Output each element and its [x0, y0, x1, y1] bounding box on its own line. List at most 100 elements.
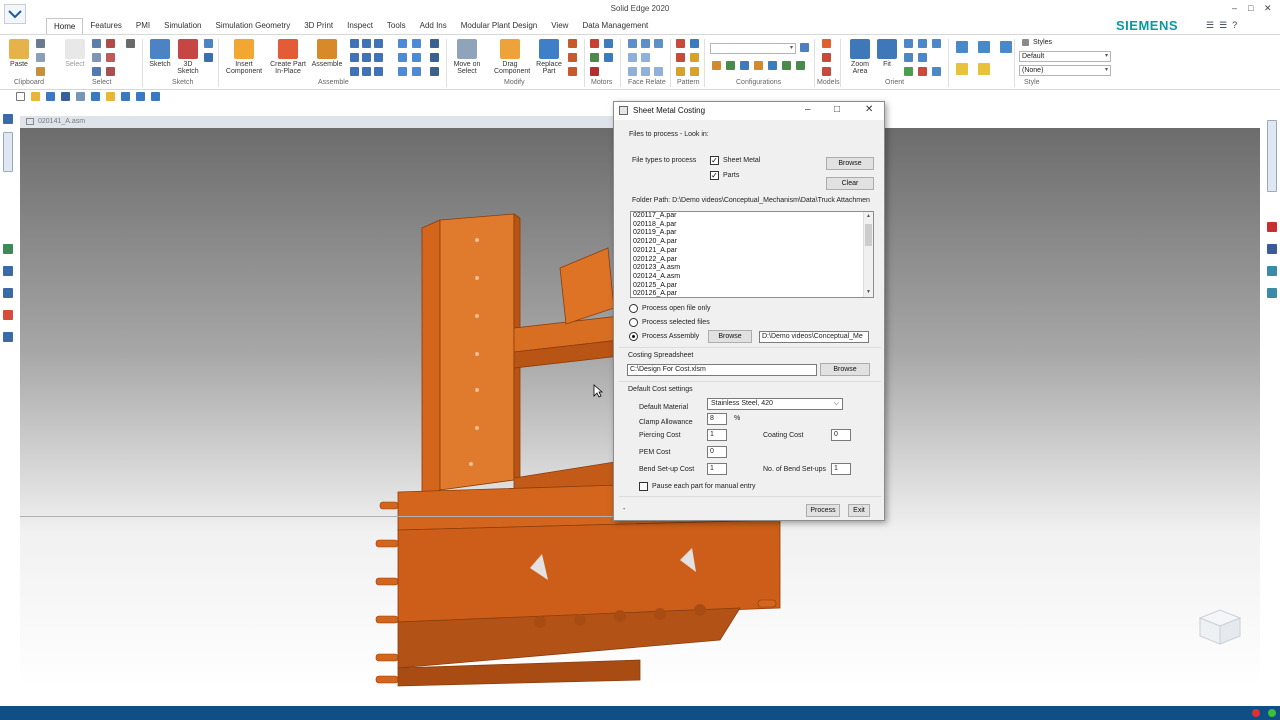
- modify-tool2-icon[interactable]: [568, 53, 577, 62]
- copy-icon[interactable]: [36, 53, 45, 62]
- connect-icon[interactable]: [362, 53, 371, 62]
- assemble-button[interactable]: Assemble: [310, 39, 344, 68]
- select-button[interactable]: Select: [64, 39, 86, 68]
- default-material-select[interactable]: Stainless Steel, 420 ⌵: [707, 398, 843, 410]
- dimension-icon[interactable]: [398, 67, 407, 76]
- list-item[interactable]: 020124_A.asm: [631, 273, 873, 282]
- redo-icon[interactable]: [136, 92, 145, 101]
- config-tool4-icon[interactable]: [754, 61, 763, 70]
- browse-assembly-button[interactable]: Browse: [708, 330, 752, 343]
- process-assembly-radio[interactable]: [629, 332, 638, 341]
- select-box-icon[interactable]: [92, 53, 101, 62]
- open-folder-icon[interactable]: [31, 92, 40, 101]
- modify-tool-icon[interactable]: [568, 39, 577, 48]
- view-tool2-icon[interactable]: [918, 53, 927, 62]
- view-tool3-icon[interactable]: [904, 67, 913, 76]
- sheet-metal-checkbox[interactable]: ✓: [710, 156, 719, 165]
- select-group-icon[interactable]: [92, 67, 101, 76]
- learn-solid-edge-tab-icon[interactable]: [1267, 120, 1277, 192]
- social2-icon[interactable]: [1267, 288, 1277, 298]
- process-button[interactable]: Process: [806, 504, 840, 517]
- coating-cost-input[interactable]: 0: [831, 429, 851, 441]
- line-icon[interactable]: [398, 39, 407, 48]
- save-icon[interactable]: [61, 92, 70, 101]
- ribbon-layout-icon[interactable]: ☰: [1206, 20, 1214, 31]
- format-painter-icon[interactable]: [36, 67, 45, 76]
- ribbon-docs-icon[interactable]: ☰: [1219, 20, 1227, 31]
- tab-modular-plant-design[interactable]: Modular Plant Design: [454, 18, 544, 34]
- document-tab[interactable]: 020141_A.asm: [20, 116, 620, 128]
- pattern-icon[interactable]: [676, 39, 685, 48]
- tool-icon-5[interactable]: [3, 332, 13, 342]
- assembly-path-input[interactable]: D:\Demo videos\Conceptual_Me: [759, 331, 869, 343]
- exit-button[interactable]: Exit: [848, 504, 870, 517]
- circle-icon[interactable]: [398, 53, 407, 62]
- view-cube[interactable]: [1196, 608, 1242, 646]
- tab-simulation[interactable]: Simulation: [157, 18, 208, 34]
- new-document-icon[interactable]: [16, 92, 25, 101]
- record-icon[interactable]: [1252, 709, 1260, 717]
- move-on-select-button[interactable]: Move on Select: [452, 39, 482, 75]
- sketch-tool-icon[interactable]: [204, 39, 213, 48]
- align-icon[interactable]: [374, 39, 383, 48]
- pathfinder-icon[interactable]: [3, 114, 13, 124]
- scroll-down-icon[interactable]: ▼: [866, 289, 871, 295]
- browse-spreadsheet-button[interactable]: Browse: [820, 363, 870, 376]
- face-relate6-icon[interactable]: [628, 67, 637, 76]
- print-icon[interactable]: [91, 92, 100, 101]
- list-item[interactable]: 020122_A.par: [631, 256, 873, 265]
- pattern5-icon[interactable]: [690, 67, 699, 76]
- spreadsheet-path-input[interactable]: C:\Design For Cost.xlsm: [627, 364, 817, 376]
- clipboard-icon[interactable]: [106, 92, 115, 101]
- file-list-scrollbar[interactable]: ▲ ▼: [863, 212, 873, 297]
- configuration-options-icon[interactable]: [800, 43, 809, 52]
- select-magnify-icon[interactable]: [126, 39, 135, 48]
- sketch-line-icon[interactable]: [204, 53, 213, 62]
- simulate-motor-icon[interactable]: [604, 39, 613, 48]
- arc-icon[interactable]: [412, 39, 421, 48]
- style-combo-2[interactable]: (None) ▾: [1019, 65, 1111, 76]
- view-orientation3-icon[interactable]: [1000, 41, 1012, 53]
- tab-data-management[interactable]: Data Management: [575, 18, 655, 34]
- select-clear-icon[interactable]: [106, 67, 115, 76]
- config-tool7-icon[interactable]: [796, 61, 805, 70]
- cam-icon[interactable]: [374, 67, 383, 76]
- models3-icon[interactable]: [822, 67, 831, 76]
- dialog-close-button[interactable]: ✕: [865, 104, 873, 115]
- 3d-sketch-button[interactable]: 3D Sketch: [176, 39, 200, 75]
- tab-add-ins[interactable]: Add Ins: [413, 18, 454, 34]
- face-relate4-icon[interactable]: [628, 53, 637, 62]
- tab-pmi[interactable]: PMI: [129, 18, 157, 34]
- configuration-combo[interactable]: ▾: [710, 43, 796, 54]
- face-relate8-icon[interactable]: [654, 67, 663, 76]
- process-selected-files-radio[interactable]: [629, 318, 638, 327]
- drag-component-button[interactable]: Drag Component: [494, 39, 530, 75]
- dialog-minimize-button[interactable]: –: [805, 104, 811, 115]
- pattern4-icon[interactable]: [676, 67, 685, 76]
- save-as-icon[interactable]: [76, 92, 85, 101]
- tab-simulation-geometry[interactable]: Simulation Geometry: [209, 18, 298, 34]
- mate-icon[interactable]: [362, 39, 371, 48]
- pem-cost-input[interactable]: 0: [707, 446, 727, 458]
- pause-each-part-checkbox[interactable]: [639, 482, 648, 491]
- motor-tool2-icon[interactable]: [604, 53, 613, 62]
- config-tool6-icon[interactable]: [782, 61, 791, 70]
- face-relate7-icon[interactable]: [641, 67, 650, 76]
- config-tool-icon[interactable]: [712, 61, 721, 70]
- mirror-icon[interactable]: [676, 53, 685, 62]
- list-item[interactable]: 020120_A.par: [631, 238, 873, 247]
- grid-icon[interactable]: [430, 39, 439, 48]
- face-relate5-icon[interactable]: [641, 53, 650, 62]
- help-icon[interactable]: ?: [1232, 20, 1237, 31]
- undo-icon[interactable]: [121, 92, 130, 101]
- restore-button[interactable]: □: [1248, 3, 1253, 13]
- parts-checkbox[interactable]: ✓: [710, 171, 719, 180]
- intellisketch-icon[interactable]: [430, 67, 439, 76]
- facebook-icon[interactable]: [1267, 244, 1277, 254]
- motor-tool3-icon[interactable]: [590, 67, 599, 76]
- view-orientation5-icon[interactable]: [978, 63, 990, 75]
- models-icon[interactable]: [822, 39, 831, 48]
- piercing-cost-input[interactable]: 1: [707, 429, 727, 441]
- bend-setups-input[interactable]: 1: [831, 463, 851, 475]
- browse-files-button[interactable]: Browse: [826, 157, 874, 170]
